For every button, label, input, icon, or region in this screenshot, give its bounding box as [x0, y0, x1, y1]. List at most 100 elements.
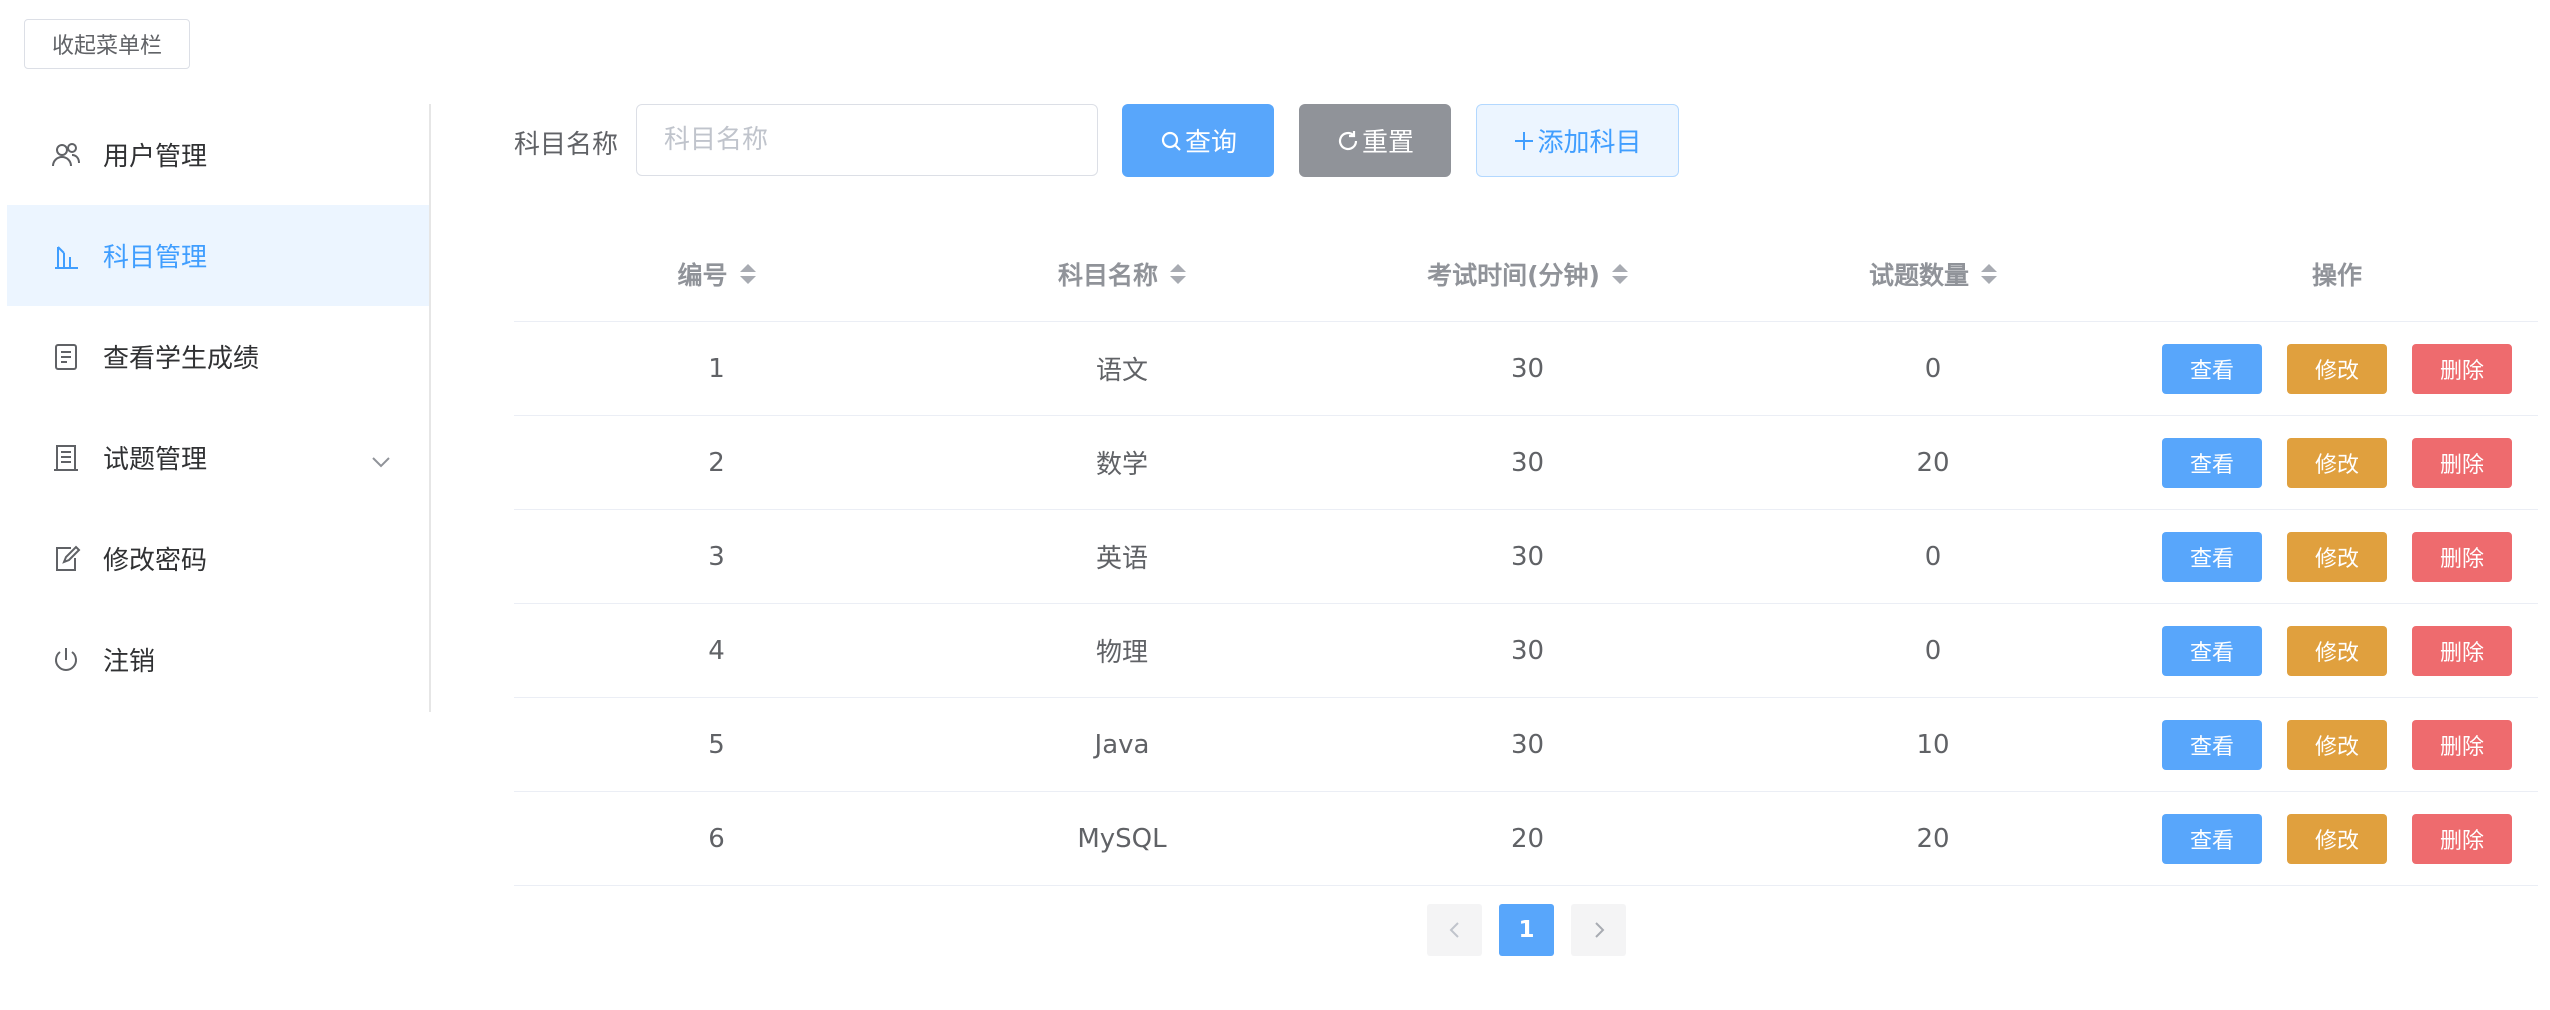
- delete-button[interactable]: 删除: [2412, 813, 2512, 864]
- header-label: 考试时间(分钟): [1427, 260, 1600, 290]
- view-button[interactable]: 查看: [2162, 343, 2262, 394]
- next-page-button[interactable]: [1571, 904, 1626, 956]
- chevron-left-icon: [1449, 922, 1459, 938]
- table-row: 1 语文 30 0 查看 修改 删除: [514, 322, 2538, 416]
- cell-count: 0: [1924, 541, 1942, 572]
- header-label: 科目名称: [1057, 260, 1158, 290]
- table-row: 3 英语 30 0 查看 修改 删除: [514, 510, 2538, 604]
- delete-button[interactable]: 删除: [2412, 343, 2512, 394]
- plus-icon: [1515, 131, 1534, 150]
- sidebar-item-users[interactable]: 用户管理: [7, 104, 429, 205]
- cell-id: 3: [708, 541, 725, 572]
- cell-time: 30: [1510, 541, 1545, 572]
- query-button[interactable]: 查询: [1122, 104, 1274, 177]
- sidebar-item-label: 注销: [103, 647, 156, 677]
- sidebar-item-label: 试题管理: [103, 445, 208, 475]
- sidebar-item-password[interactable]: 修改密码: [7, 508, 429, 609]
- edit-button[interactable]: 修改: [2287, 531, 2387, 582]
- cell-count: 10: [1916, 729, 1950, 760]
- sidebar-menu: 用户管理 科目管理 查看学生成绩 试题管理 修改密码 注销: [7, 104, 431, 712]
- sidebar-item-subjects[interactable]: 科目管理: [7, 205, 429, 306]
- sidebar-item-questions[interactable]: 试题管理: [7, 407, 429, 508]
- cell-name: 英语: [1095, 544, 1148, 574]
- subject-name-input[interactable]: [636, 104, 1098, 176]
- view-button[interactable]: 查看: [2162, 813, 2262, 864]
- sort-icon[interactable]: [1981, 263, 1997, 284]
- cell-actions: 查看 修改 删除: [2136, 416, 2538, 509]
- collapse-menu-button[interactable]: 收起菜单栏: [24, 19, 190, 69]
- delete-button[interactable]: 删除: [2412, 531, 2512, 582]
- cell-id: 2: [708, 447, 725, 478]
- header-count[interactable]: 试题数量: [1730, 226, 2136, 321]
- sort-icon[interactable]: [739, 263, 756, 284]
- cell-count: 20: [1916, 823, 1950, 854]
- header-time[interactable]: 考试时间(分钟): [1325, 226, 1730, 321]
- cell-count: 0: [1924, 353, 1942, 384]
- header-label: 试题数量: [1868, 260, 1969, 290]
- subjects-table: 编号 科目名称 考试时间(分钟) 试题数量 操作 1 语文 30 0 查看 修改…: [514, 226, 2538, 886]
- view-button[interactable]: 查看: [2162, 531, 2262, 582]
- add-label: 添加科目: [1537, 128, 1642, 158]
- pagination: 1: [1427, 904, 1626, 956]
- sort-icon[interactable]: [1611, 263, 1628, 284]
- cell-time: 30: [1510, 353, 1545, 384]
- query-label: 查询: [1184, 128, 1237, 158]
- cell-count: 20: [1916, 447, 1950, 478]
- table-header: 编号 科目名称 考试时间(分钟) 试题数量 操作: [514, 226, 2538, 322]
- cell-name: 语文: [1095, 356, 1148, 386]
- users-icon: [49, 138, 83, 172]
- chevron-down-icon[interactable]: [371, 445, 391, 475]
- refresh-icon: [1338, 130, 1358, 150]
- edit-button[interactable]: 修改: [2287, 813, 2387, 864]
- delete-button[interactable]: 删除: [2412, 437, 2512, 488]
- cell-time: 20: [1510, 823, 1545, 854]
- sidebar-item-label: 修改密码: [103, 546, 208, 576]
- view-button[interactable]: 查看: [2162, 437, 2262, 488]
- reset-button[interactable]: 重置: [1299, 104, 1451, 177]
- cell-time: 30: [1510, 447, 1545, 478]
- view-button[interactable]: 查看: [2162, 719, 2262, 770]
- edit-icon: [49, 542, 83, 576]
- header-actions: 操作: [2136, 226, 2538, 321]
- cell-name: Java: [1094, 729, 1150, 760]
- sort-icon[interactable]: [1170, 263, 1186, 284]
- cell-name: 数学: [1095, 450, 1148, 480]
- prev-page-button[interactable]: [1427, 904, 1482, 956]
- cell-count: 0: [1924, 635, 1942, 666]
- document-icon: [49, 340, 83, 374]
- table-row: 2 数学 30 20 查看 修改 删除: [514, 416, 2538, 510]
- cell-id: 6: [708, 823, 725, 854]
- edit-button[interactable]: 修改: [2287, 437, 2387, 488]
- delete-button[interactable]: 删除: [2412, 625, 2512, 676]
- header-label: 操作: [2311, 260, 2362, 290]
- cell-actions: 查看 修改 删除: [2136, 698, 2538, 791]
- add-subject-button[interactable]: 添加科目: [1476, 104, 1679, 177]
- cell-actions: 查看 修改 删除: [2136, 322, 2538, 415]
- view-button[interactable]: 查看: [2162, 625, 2262, 676]
- table-row: 5 Java 30 10 查看 修改 删除: [514, 698, 2538, 792]
- delete-button[interactable]: 删除: [2412, 719, 2512, 770]
- sidebar-item-logout[interactable]: 注销: [7, 609, 429, 710]
- cell-name: MySQL: [1077, 823, 1167, 854]
- page-number-button[interactable]: 1: [1499, 904, 1554, 956]
- table-row: 6 MySQL 20 20 查看 修改 删除: [514, 792, 2538, 886]
- cell-name: 物理: [1095, 638, 1148, 668]
- header-name[interactable]: 科目名称: [919, 226, 1325, 321]
- edit-button[interactable]: 修改: [2287, 719, 2387, 770]
- exam-icon: [49, 441, 83, 475]
- cell-actions: 查看 修改 删除: [2136, 604, 2538, 697]
- cell-id: 4: [708, 635, 725, 666]
- header-id[interactable]: 编号: [514, 226, 919, 321]
- sidebar-item-scores[interactable]: 查看学生成绩: [7, 306, 429, 407]
- reset-label: 重置: [1361, 128, 1414, 158]
- chevron-right-icon: [1594, 922, 1604, 938]
- edit-button[interactable]: 修改: [2287, 343, 2387, 394]
- cell-actions: 查看 修改 删除: [2136, 510, 2538, 603]
- search-icon: [1161, 131, 1181, 151]
- cell-actions: 查看 修改 删除: [2136, 792, 2538, 885]
- power-icon: [49, 643, 83, 677]
- edit-button[interactable]: 修改: [2287, 625, 2387, 676]
- sidebar-item-label: 查看学生成绩: [103, 344, 260, 374]
- search-label: 科目名称: [514, 130, 619, 160]
- sidebar-item-label: 用户管理: [103, 142, 208, 172]
